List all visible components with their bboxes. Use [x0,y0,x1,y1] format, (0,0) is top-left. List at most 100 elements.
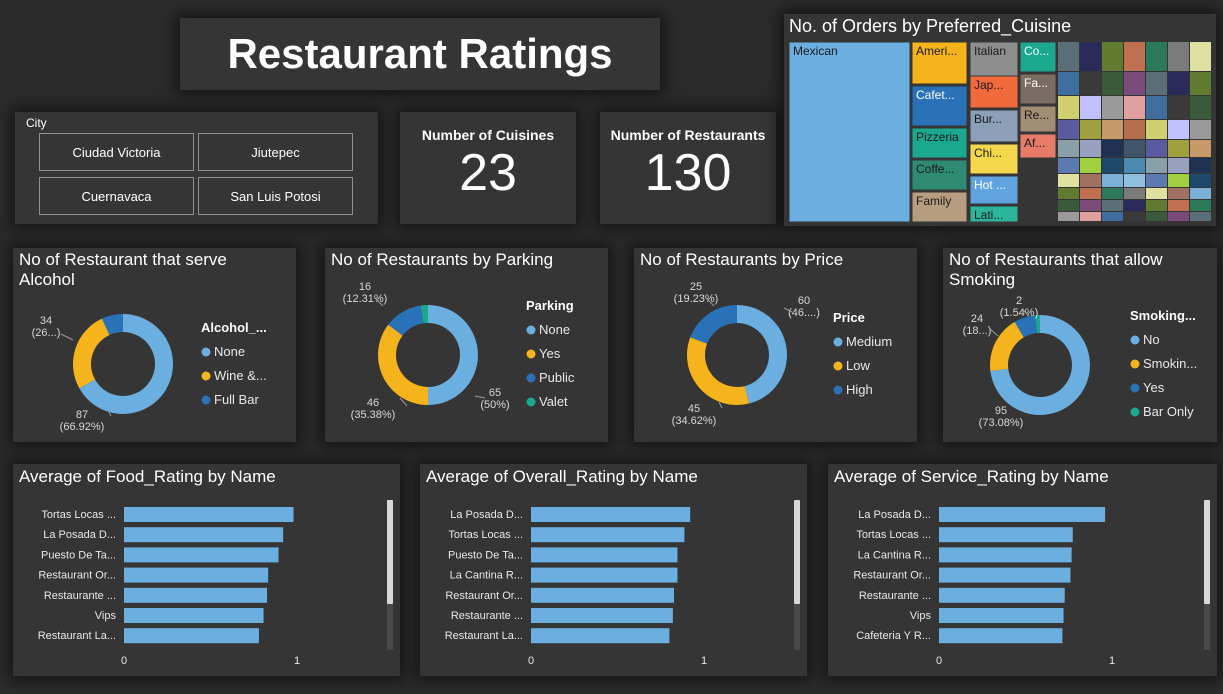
scrollbar-thumb [794,500,800,604]
treemap-small-tile [1146,120,1167,139]
treemap-small-tile [1146,96,1167,119]
parking-chart-card: No of Restaurants by Parking 65 (50%) 46 (35… [325,248,608,442]
tick-label: 0 [528,655,534,667]
treemap-small-tile [1146,42,1167,71]
legend-label: Smokin... [1143,356,1197,371]
city-slicer: City Ciudad Victoria Jiutepec Cuernavaca… [15,112,378,224]
category-label: La Posada D... [858,509,931,521]
bar [124,587,268,603]
bar [531,567,678,583]
legend-label: High [846,382,873,397]
treemap-small-tile [1190,120,1211,139]
legend-label: Yes [1143,380,1165,395]
tick-label: 1 [294,655,300,667]
treemap-tile-0-label: Mexican [793,44,838,58]
legend-marker [526,325,536,335]
category-label: Restaurant La... [445,630,523,642]
legend-marker [201,347,211,357]
data-label-value: 95 [995,405,1007,417]
data-label-value: 16 [359,281,371,293]
chart-title: Average of Overall_Rating by Name [426,467,698,486]
treemap-small-tile [1058,96,1079,119]
data-label-percent: (35.38%) [351,409,396,421]
price-donut-chart[interactable]: No of Restaurants by Price 60(46....) 45(3… [634,248,917,442]
legend-marker [526,397,536,407]
scrollbar-thumb [387,500,393,604]
bar [939,547,1072,563]
legend-label: Medium [846,334,892,349]
donut-slice-yes [378,324,428,405]
title-card: Restaurant Ratings [180,18,660,90]
treemap-tile-11-label: Chi... [974,146,1002,160]
treemap-small-tile [1168,120,1189,139]
data-label-percent: (46....) [788,307,820,319]
treemap-small-tile [1168,158,1189,173]
treemap-small-tile [1058,212,1079,221]
treemap-small-tile [1058,188,1079,199]
treemap-small-tile [1080,96,1101,119]
donut-slice-wine- [73,318,110,389]
treemap-small-tile [1190,96,1211,119]
legend-label: Wine &... [214,368,267,383]
bar [531,628,670,644]
legend-label: Yes [539,346,561,361]
treemap-tile-9-label: Re... [1024,108,1049,122]
treemap-small-tile [1190,200,1211,211]
treemap-small-tile [1168,96,1189,119]
city-option-cuernavaca[interactable]: Cuernavaca [39,177,194,215]
treemap-small-tile [1102,188,1123,199]
category-label: Tortas Locas ... [41,509,116,521]
tick-label: 0 [936,655,942,667]
treemap-tile-2-label: Italian [974,44,1006,58]
treemap-small-tile [1058,120,1079,139]
alcohol-chart-card: No of Restaurant that serve Alcohol 87 (66.… [13,248,296,442]
category-label: La Cantina R... [450,570,523,582]
tick-label: 0 [121,655,127,667]
city-option-ciudad-victoria[interactable]: Ciudad Victoria [39,133,194,171]
overall-rating-card: Average of Overall_Rating by Name La Posa… [420,464,807,676]
legend-marker [833,385,843,395]
data-label-percent: (1.54%) [1000,307,1039,319]
treemap-small-tile [1124,188,1145,199]
data-label-value: 2 [1016,295,1022,307]
smoking-donut-chart[interactable]: No of Restaurants that allowSmoking 95(73… [943,248,1217,442]
treemap-card: No. of Orders by Preferred_Cuisine Mexic… [784,14,1216,226]
treemap-chart[interactable]: Mexican Ameri... Italian Co... Cafet... Jap..… [784,14,1216,226]
service-rating-bar-chart[interactable]: Average of Service_Rating by Name La Posa… [828,464,1217,676]
alcohol-donut-chart[interactable]: No of Restaurant that serveAlcohol 87(66.… [13,248,296,442]
legend-marker [526,349,536,359]
legend-label: None [214,344,245,359]
kpi-cuisines-card: Number of Cuisines 23 [400,112,576,224]
city-option-san-luis-potosi[interactable]: San Luis Potosi [198,177,353,215]
legend-marker [201,371,211,381]
category-label: Restaurante ... [44,590,116,602]
data-label-percent: (73.08%) [979,417,1024,429]
treemap-tile-6-label: Fa... [1024,76,1048,90]
treemap-small-tile [1168,140,1189,157]
treemap-small-tile [1102,158,1123,173]
overall-rating-bar-chart[interactable]: Average of Overall_Rating by Name La Posa… [420,464,807,676]
treemap-tile-14-label: Hot ... [974,178,1006,192]
city-option-jiutepec[interactable]: Jiutepec [198,133,353,171]
treemap-small-tile [1190,42,1211,71]
parking-donut-chart[interactable]: No of Restaurants by Parking 65(50%) 46(35… [325,248,608,442]
bar [531,587,675,603]
treemap-small-tile [1168,200,1189,211]
treemap-small-tile [1146,72,1167,95]
treemap-small-tile [1080,72,1101,95]
treemap-small-tile [1190,212,1211,221]
legend-marker [201,395,211,405]
treemap-tile-10-label: Coffe... [916,162,954,176]
bar [939,507,1106,522]
treemap-small-tile [1190,174,1211,187]
bar [124,608,264,623]
legend-title: Smoking... [1130,308,1196,323]
donut-slice-low [687,337,749,405]
page-title: Restaurant Ratings [227,30,613,77]
treemap-small-tile [1058,72,1079,95]
food-rating-bar-chart[interactable]: Average of Food_Rating by Name Tortas Loc… [13,464,400,676]
treemap-small-tile [1124,72,1145,95]
category-label: Puesto De Ta... [448,549,523,561]
treemap-small-tile [1058,140,1079,157]
kpi-restaurants-value: 130 [644,144,732,202]
